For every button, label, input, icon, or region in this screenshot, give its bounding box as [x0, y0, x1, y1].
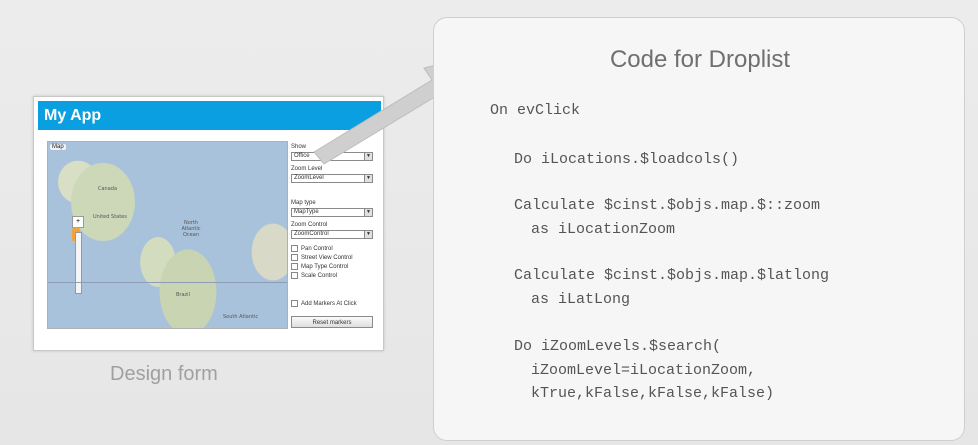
street-view-control-checkbox[interactable]: Street View Control — [291, 254, 353, 262]
map-type-control-label: Map Type Control — [301, 264, 349, 271]
map-type-dropdown[interactable]: MapType ▼ — [291, 208, 373, 217]
code-line: Do iZoomLevels.$search( — [514, 338, 722, 355]
code-line: as iLatLong — [531, 291, 631, 308]
checkbox-icon[interactable] — [291, 254, 298, 261]
map-type-label: Map type — [291, 200, 316, 206]
map-view[interactable]: Map + Canada United States North Atlanti… — [47, 141, 288, 329]
design-form-caption: Design form — [110, 363, 218, 385]
code-line: Calculate $cinst.$objs.map.$::zoom — [514, 197, 821, 214]
code-line: as iLocationZoom — [531, 221, 676, 238]
code-line: Do iLocations.$loadcols() — [514, 151, 740, 168]
pan-control-label: Pan Control — [301, 246, 333, 253]
chevron-down-icon: ▼ — [364, 175, 372, 182]
scale-control-label: Scale Control — [301, 273, 338, 280]
chevron-down-icon: ▼ — [364, 209, 372, 216]
zoom-control-dropdown[interactable]: ZoomControl ▼ — [291, 230, 373, 239]
zoom-control-label: Zoom Control — [291, 222, 328, 228]
street-view-control-label: Street View Control — [301, 255, 353, 262]
map-label-brazil: Brazil — [176, 292, 190, 298]
checkbox-icon[interactable] — [291, 272, 298, 279]
map-type-tag[interactable]: Map — [50, 144, 66, 150]
code-panel: Code for Droplist On evClick Do iLocatio… — [433, 17, 965, 441]
chevron-down-icon: ▼ — [364, 231, 372, 238]
zoom-slider[interactable] — [75, 232, 82, 294]
map-label-north-atlantic: North Atlantic Ocean — [181, 220, 201, 238]
equator-line — [48, 282, 287, 283]
zoom-control-dropdown-value: ZoomControl — [294, 231, 329, 237]
code-line: iZoomLevel=iLocationZoom, — [531, 362, 757, 379]
checkbox-icon[interactable] — [291, 300, 298, 307]
map-label-south-atlantic: South Atlantic — [223, 314, 259, 320]
zoom-level-dropdown-value: ZoomLevel — [294, 175, 324, 181]
checkbox-icon[interactable] — [291, 263, 298, 270]
map-type-dropdown-value: MapType — [294, 209, 319, 215]
add-markers-label: Add Markers At Click — [301, 301, 357, 308]
code-line: kTrue,kFalse,kFalse,kFalse) — [531, 385, 775, 402]
zoom-level-dropdown[interactable]: ZoomLevel ▼ — [291, 174, 373, 183]
add-markers-checkbox[interactable]: Add Markers At Click — [291, 300, 357, 308]
reset-markers-button[interactable]: Reset markers — [291, 316, 373, 328]
code-line: Calculate $cinst.$objs.map.$latlong — [514, 267, 830, 284]
checkbox-icon[interactable] — [291, 245, 298, 252]
code-panel-title: Code for Droplist — [609, 46, 791, 73]
code-line: On evClick — [490, 102, 581, 119]
map-label-canada: Canada — [98, 186, 118, 192]
pan-control-checkbox[interactable]: Pan Control — [291, 245, 333, 253]
map-label-usa: United States — [93, 214, 127, 220]
map-type-control-checkbox[interactable]: Map Type Control — [291, 263, 348, 271]
scale-control-checkbox[interactable]: Scale Control — [291, 272, 337, 280]
